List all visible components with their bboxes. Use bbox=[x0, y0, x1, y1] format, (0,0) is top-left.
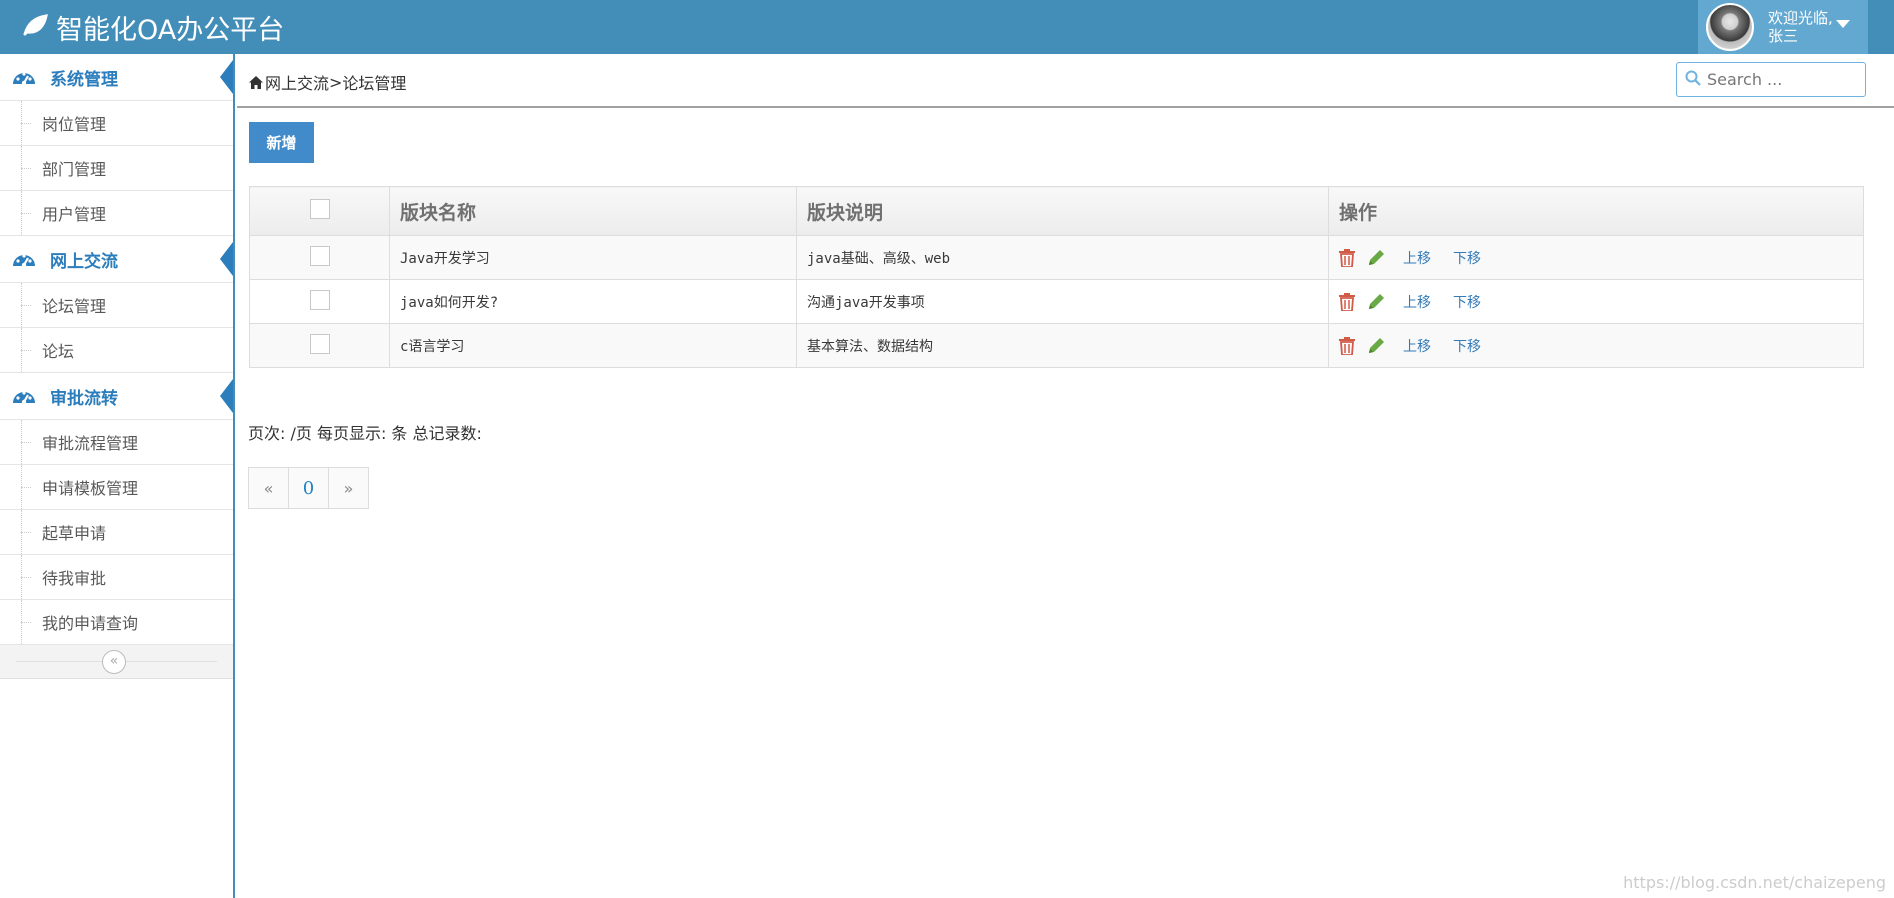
sidebar-item-label: 岗位管理 bbox=[42, 115, 107, 134]
sidebar-item-draft-application[interactable]: 起草申请 bbox=[0, 510, 233, 555]
sidebar-group-approval[interactable]: 审批流转 bbox=[0, 373, 233, 420]
top-navbar: 智能化OA办公平台 欢迎光临, 张三 bbox=[0, 0, 1894, 54]
forum-table: 版块名称 版块说明 操作 Java开发学习 java基础、高级、web 上移 下… bbox=[249, 186, 1864, 368]
dashboard-icon bbox=[12, 250, 36, 268]
double-chevron-left-icon: « bbox=[109, 653, 119, 669]
search-input[interactable] bbox=[1707, 70, 1857, 89]
app-title: 智能化OA办公平台 bbox=[56, 14, 285, 46]
forum-name: Java开发学习 bbox=[389, 235, 797, 280]
sidebar-group-communication[interactable]: 网上交流 bbox=[0, 236, 233, 283]
breadcrumb-parent[interactable]: 网上交流 bbox=[265, 70, 329, 94]
column-header-description[interactable]: 版块说明 bbox=[796, 186, 1329, 236]
forum-name: c语言学习 bbox=[389, 323, 797, 368]
sidebar-group-label: 网上交流 bbox=[50, 251, 118, 272]
sidebar-item-users[interactable]: 用户管理 bbox=[0, 191, 233, 236]
sidebar-item-label: 申请模板管理 bbox=[42, 479, 139, 498]
sidebar: 系统管理 岗位管理 部门管理 用户管理 网上交流 论坛管理 论坛 审批流转 审批… bbox=[0, 54, 235, 898]
sidebar-item-forum-management[interactable]: 论坛管理 bbox=[0, 283, 233, 328]
select-all-checkbox[interactable] bbox=[309, 198, 330, 219]
page-number-button[interactable]: 0 bbox=[288, 467, 329, 509]
breadcrumb-bar: 网上交流 > 论坛管理 bbox=[237, 54, 1894, 108]
search-box bbox=[1676, 62, 1866, 97]
sidebar-item-label: 待我审批 bbox=[42, 569, 107, 588]
table-row: c语言学习 基本算法、数据结构 上移 下移 bbox=[249, 323, 1864, 368]
dashboard-icon bbox=[12, 68, 36, 86]
row-checkbox[interactable] bbox=[309, 333, 330, 354]
table-row: java如何开发? 沟通java开发事项 上移 下移 bbox=[249, 279, 1864, 324]
move-up-link[interactable]: 上移 bbox=[1403, 292, 1431, 312]
row-actions: 上移 下移 bbox=[1328, 323, 1864, 368]
table-header-row: 版块名称 版块说明 操作 bbox=[249, 186, 1864, 236]
select-all-header bbox=[249, 186, 390, 236]
user-greeting: 欢迎光临, bbox=[1768, 9, 1833, 27]
active-arrow-icon bbox=[220, 60, 233, 94]
prev-page-button[interactable]: « bbox=[248, 467, 289, 509]
user-name: 张三 bbox=[1768, 27, 1799, 45]
watermark: https://blog.csdn.net/chaizepeng bbox=[1623, 873, 1886, 892]
trash-icon[interactable] bbox=[1339, 248, 1355, 267]
breadcrumb-separator: > bbox=[329, 72, 343, 92]
sidebar-item-process-management[interactable]: 审批流程管理 bbox=[0, 420, 233, 465]
trash-icon[interactable] bbox=[1339, 292, 1355, 311]
column-header-actions: 操作 bbox=[1328, 186, 1864, 236]
pagination-info: 页次: /页 每页显示: 条 总记录数: bbox=[248, 424, 482, 443]
pencil-icon[interactable] bbox=[1367, 293, 1385, 311]
pencil-icon[interactable] bbox=[1367, 337, 1385, 355]
sidebar-item-department[interactable]: 部门管理 bbox=[0, 146, 233, 191]
breadcrumb: 网上交流 > 论坛管理 bbox=[249, 70, 406, 94]
row-checkbox[interactable] bbox=[309, 289, 330, 310]
breadcrumb-current: 论坛管理 bbox=[342, 74, 407, 93]
move-down-link[interactable]: 下移 bbox=[1453, 248, 1481, 268]
table-row: Java开发学习 java基础、高级、web 上移 下移 bbox=[249, 235, 1864, 280]
user-info: 欢迎光临, 张三 bbox=[1768, 9, 1833, 45]
move-down-link[interactable]: 下移 bbox=[1453, 292, 1481, 312]
sidebar-item-label: 论坛管理 bbox=[42, 297, 107, 316]
sidebar-collapse-bar: « bbox=[0, 645, 233, 679]
active-arrow-icon bbox=[220, 379, 233, 413]
avatar bbox=[1706, 3, 1754, 51]
dashboard-icon bbox=[12, 387, 36, 405]
sidebar-item-label: 审批流程管理 bbox=[42, 434, 139, 453]
move-up-link[interactable]: 上移 bbox=[1403, 336, 1431, 356]
collapse-sidebar-button[interactable]: « bbox=[102, 650, 126, 674]
forum-description: 沟通java开发事项 bbox=[796, 279, 1329, 324]
active-arrow-icon bbox=[220, 242, 233, 276]
user-menu[interactable]: 欢迎光临, 张三 bbox=[1698, 0, 1868, 54]
sidebar-item-my-applications[interactable]: 我的申请查询 bbox=[0, 600, 233, 645]
row-select-cell bbox=[249, 279, 390, 324]
move-down-link[interactable]: 下移 bbox=[1453, 336, 1481, 356]
pencil-icon[interactable] bbox=[1367, 249, 1385, 267]
row-actions: 上移 下移 bbox=[1328, 279, 1864, 324]
forum-description: java基础、高级、web bbox=[796, 235, 1329, 280]
row-actions: 上移 下移 bbox=[1328, 235, 1864, 280]
row-select-cell bbox=[249, 235, 390, 280]
sidebar-item-label: 我的申请查询 bbox=[42, 614, 139, 633]
sidebar-item-pending-approval[interactable]: 待我审批 bbox=[0, 555, 233, 600]
pagination: « 0 » bbox=[248, 467, 369, 509]
add-forum-button[interactable]: 新增 bbox=[249, 122, 314, 163]
forum-name: java如何开发? bbox=[389, 279, 797, 324]
sidebar-item-label: 起草申请 bbox=[42, 524, 107, 543]
leaf-icon bbox=[22, 12, 56, 43]
sidebar-item-label: 用户管理 bbox=[42, 205, 107, 224]
row-select-cell bbox=[249, 323, 390, 368]
search-icon bbox=[1685, 70, 1701, 90]
caret-down-icon[interactable] bbox=[1836, 20, 1850, 28]
row-checkbox[interactable] bbox=[309, 245, 330, 266]
trash-icon[interactable] bbox=[1339, 336, 1355, 355]
sidebar-group-system[interactable]: 系统管理 bbox=[0, 54, 233, 101]
sidebar-item-label: 论坛 bbox=[42, 342, 75, 361]
move-up-link[interactable]: 上移 bbox=[1403, 248, 1431, 268]
brand[interactable]: 智能化OA办公平台 bbox=[22, 8, 284, 46]
sidebar-group-label: 审批流转 bbox=[50, 388, 118, 409]
column-header-name[interactable]: 版块名称 bbox=[389, 186, 797, 236]
sidebar-item-post[interactable]: 岗位管理 bbox=[0, 101, 233, 146]
sidebar-item-template-management[interactable]: 申请模板管理 bbox=[0, 465, 233, 510]
sidebar-item-label: 部门管理 bbox=[42, 160, 107, 179]
sidebar-group-label: 系统管理 bbox=[50, 69, 118, 90]
home-icon[interactable] bbox=[249, 75, 263, 89]
next-page-button[interactable]: » bbox=[328, 467, 369, 509]
sidebar-item-forum[interactable]: 论坛 bbox=[0, 328, 233, 373]
forum-description: 基本算法、数据结构 bbox=[796, 323, 1329, 368]
